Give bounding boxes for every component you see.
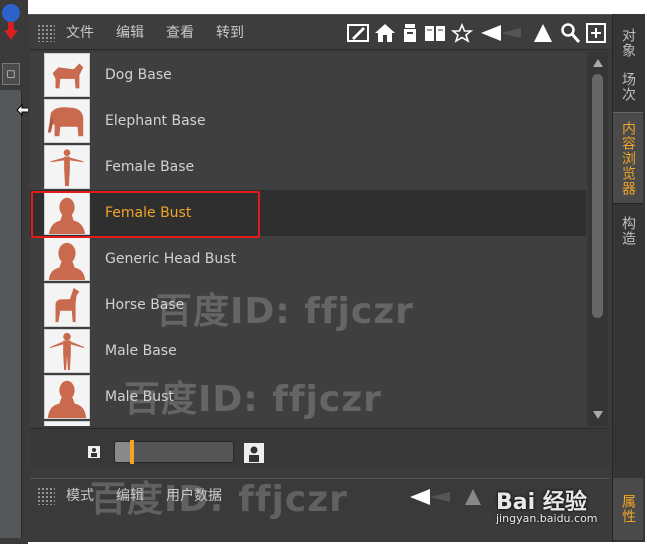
menu-goto[interactable]: 转到 [216,16,244,50]
back-arrow-icon[interactable] [479,22,525,44]
grip-icon[interactable] [37,487,55,505]
back-arrow-icon[interactable] [408,486,454,508]
figure-icon [44,329,90,373]
elephant-icon [44,99,90,143]
scroll-down-icon[interactable] [591,408,605,422]
book-icon[interactable] [424,22,446,44]
bin-icon[interactable] [399,22,421,44]
list-item[interactable]: Dog Base [30,52,586,98]
axis-ball-icon [2,4,20,40]
thumbnail [44,421,90,426]
list-item[interactable]: Generic Head Bust [30,236,586,282]
star-icon[interactable] [451,22,473,44]
up-arrow-icon[interactable] [462,486,484,508]
watermark-text: 百度ID: ffjczr [156,291,414,332]
list-item[interactable]: Female Base [30,144,586,190]
list-item-label: Generic Head Bust [105,251,237,267]
scroll-up-icon[interactable] [591,56,605,70]
up-arrow-icon[interactable] [532,22,554,44]
menu-edit[interactable]: 编辑 [116,16,144,50]
home-icon[interactable] [374,22,396,44]
viewport-panel[interactable] [0,90,22,538]
grip-icon[interactable] [37,24,55,42]
list-item-label: Dog Base [105,67,172,83]
menu-view[interactable]: 查看 [166,16,194,50]
list-item[interactable]: Male Base [30,328,586,374]
dog-icon [44,53,90,97]
menu-file[interactable]: 文件 [66,16,94,50]
large-thumbnail-icon[interactable] [244,443,264,463]
new-panel-icon[interactable] [585,22,607,44]
bust-icon [44,237,90,281]
list-item[interactable]: Elephant Base [30,98,586,144]
horse-icon [44,283,90,327]
baidu-url: jingyan.baidu.com [496,512,598,525]
figure-icon [44,145,90,189]
tab-structure[interactable]: 构造 [613,206,643,256]
bust-icon [44,375,90,419]
list-item-label: Female Base [105,159,195,175]
search-icon[interactable] [559,22,581,44]
scrollbar-thumb[interactable] [592,74,603,318]
watermark-text: 百度ID: ffjczr [90,479,348,520]
list-item-label: Male Base [105,343,177,359]
slider-handle[interactable] [130,440,134,464]
selection-highlight-box [31,191,260,238]
small-thumbnail-icon[interactable] [88,446,100,458]
viewport-tab[interactable]: ◻ [2,63,20,85]
tab-takes[interactable]: 场次 [613,62,643,112]
slider-fill [115,442,130,462]
list-item-label: Elephant Base [105,113,206,129]
watermark-text: 百度ID: ffjczr [124,379,382,420]
tab-attributes[interactable]: 属性 [613,478,643,540]
pencil-icon[interactable] [347,22,369,44]
tab-content-browser[interactable]: 内容浏览器 [613,112,643,204]
